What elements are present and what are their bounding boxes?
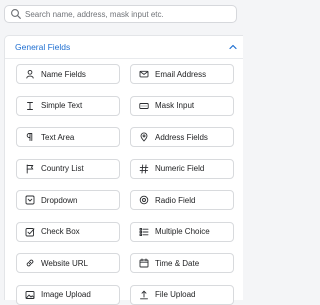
search-icon (11, 9, 21, 19)
text-cursor-icon (27, 101, 33, 110)
list-icon (139, 227, 149, 236)
field-item-label: Multiple Choice (155, 227, 210, 236)
calendar-icon (139, 258, 149, 268)
field-item[interactable]: Time & Date (130, 253, 234, 273)
field-item[interactable]: Multiple Choice (130, 221, 234, 242)
checkbox-icon (25, 227, 35, 236)
field-item[interactable]: Check Box (16, 221, 120, 242)
field-item-label: Radio Field (155, 195, 196, 205)
field-item-label: Mask Input (155, 101, 195, 110)
section-title: General Fields (15, 42, 71, 52)
field-item[interactable]: Website URL (16, 253, 120, 273)
field-item[interactable]: Numeric Field (130, 158, 234, 179)
field-item[interactable]: File Upload (130, 284, 234, 305)
search-input[interactable] (25, 9, 225, 19)
section-header[interactable]: General Fields (5, 36, 243, 59)
field-item[interactable]: Dropdown (16, 190, 120, 210)
flag-icon (26, 164, 34, 173)
field-item[interactable]: Address Fields (130, 127, 234, 147)
radio-icon (139, 195, 149, 205)
search-box[interactable] (4, 5, 237, 23)
hash-icon (139, 164, 149, 173)
mask-input-icon (139, 102, 149, 109)
field-item-label: Simple Text (41, 101, 83, 110)
field-item-label: Image Upload (41, 290, 91, 299)
chevron-up-icon[interactable] (228, 42, 238, 52)
field-item-label: Website URL (41, 258, 88, 268)
field-item-label: Country List (41, 164, 84, 173)
field-item[interactable]: Country List (16, 158, 120, 179)
field-item[interactable]: Image Upload (16, 284, 120, 305)
field-item-label: Email Address (155, 69, 207, 79)
field-item-label: Numeric Field (155, 164, 205, 173)
field-item-label: Text Area (41, 132, 75, 142)
field-item[interactable]: Name Fields (16, 64, 120, 84)
image-upload-icon (25, 290, 35, 299)
field-item[interactable]: Radio Field (130, 190, 234, 210)
field-item[interactable]: Simple Text (16, 95, 120, 116)
field-item-label: Address Fields (155, 132, 208, 142)
field-item[interactable]: Mask Input (130, 95, 234, 116)
field-item-label: Dropdown (41, 195, 78, 205)
dropdown-icon (25, 195, 35, 205)
map-pin-icon (140, 132, 148, 142)
field-item-label: Time & Date (155, 258, 200, 268)
field-item[interactable]: Text Area (16, 127, 120, 147)
link-icon (26, 259, 34, 267)
paragraph-icon (26, 133, 33, 141)
field-item[interactable]: Email Address (130, 64, 234, 84)
field-item-label: File Upload (155, 290, 196, 299)
envelope-icon (139, 70, 149, 78)
field-item-label: Name Fields (41, 69, 86, 79)
file-upload-icon (140, 290, 148, 299)
field-panel: General Fields Name Fields Email Address S… (0, 0, 245, 305)
user-icon (26, 69, 34, 79)
field-item-label: Check Box (41, 227, 80, 236)
general-fields-section: General Fields Name Fields Email Address S… (4, 35, 243, 305)
